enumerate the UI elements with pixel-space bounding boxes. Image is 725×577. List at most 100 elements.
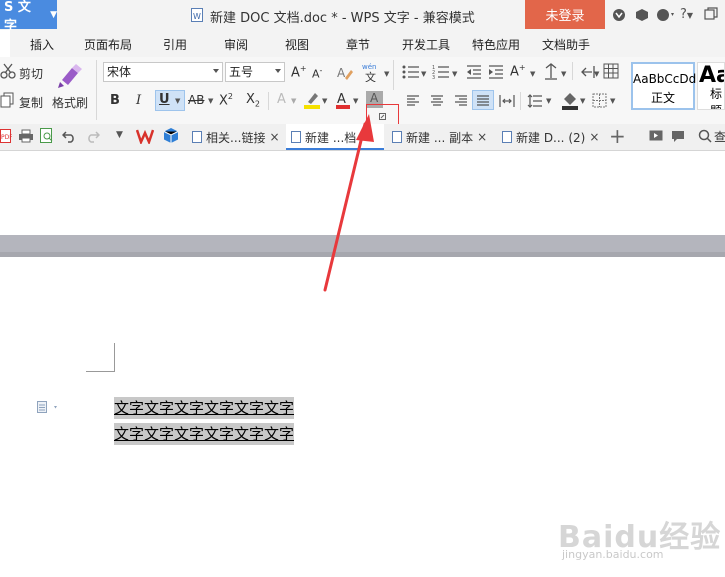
dialog-launcher-icon[interactable] xyxy=(379,113,387,121)
annotation-arrow xyxy=(323,114,374,292)
chevron-down-icon[interactable]: ▼ xyxy=(291,97,296,105)
font-color-icon[interactable]: A xyxy=(335,90,351,110)
search-icon[interactable] xyxy=(698,129,712,143)
chevron-down-icon[interactable]: ▼ xyxy=(208,97,213,105)
font-size-combo[interactable]: 五号 xyxy=(225,62,285,82)
close-icon[interactable]: × xyxy=(477,130,487,144)
menu-section[interactable]: 章节 xyxy=(346,36,370,53)
menu-review[interactable]: 审阅 xyxy=(224,36,248,53)
style-heading[interactable]: Aa 标题 xyxy=(697,62,725,110)
character-shading-label: A xyxy=(370,91,379,105)
document-line[interactable]: 文字文字文字文字文字文字 xyxy=(114,423,295,445)
menu-page-layout[interactable]: 页面布局 xyxy=(84,36,132,53)
close-icon[interactable]: × xyxy=(269,130,279,144)
format-painter-button[interactable]: 格式刷 xyxy=(52,94,88,111)
window-restore-icon[interactable] xyxy=(704,7,718,21)
pdf-export-icon[interactable]: PDF xyxy=(0,129,12,143)
margin-corner-mark xyxy=(86,343,115,372)
grow-font-icon[interactable]: A+ xyxy=(291,64,307,80)
window-title: 新建 DOC 文档.doc * - WPS 文字 - 兼容模式 xyxy=(210,11,475,26)
cloud-cube-icon[interactable] xyxy=(163,127,179,144)
chevron-down-icon[interactable]: ▼ xyxy=(594,70,599,78)
login-button[interactable]: 未登录 xyxy=(525,0,605,29)
align-center-icon[interactable] xyxy=(430,94,444,108)
group-divider xyxy=(96,60,97,120)
cut-button[interactable]: 剪切 xyxy=(19,65,43,82)
line-spacing-icon[interactable] xyxy=(527,94,543,108)
strikethrough-icon[interactable]: AB xyxy=(188,93,204,107)
chevron-down-icon[interactable]: ▼ xyxy=(175,97,180,105)
style-normal-label: 正文 xyxy=(650,91,675,105)
app-menu-button[interactable]: S 文字 ▼ xyxy=(0,0,57,34)
italic-icon[interactable]: I xyxy=(136,93,141,108)
share-icon[interactable] xyxy=(656,8,676,22)
highlight-icon[interactable] xyxy=(303,90,321,110)
chevron-down-icon[interactable]: ▼ xyxy=(610,97,615,105)
subscript-icon[interactable]: X2 xyxy=(246,92,260,109)
font-name-value: 宋体 xyxy=(107,65,132,79)
menu-special-features[interactable]: 特色应用 xyxy=(472,36,520,53)
format-painter-icon[interactable] xyxy=(56,62,84,88)
cube-icon[interactable] xyxy=(635,8,649,22)
chevron-down-icon[interactable]: ▼ xyxy=(384,70,389,78)
scissors-icon[interactable] xyxy=(0,63,16,79)
bullet-list-icon[interactable] xyxy=(402,64,420,80)
doc-tab[interactable]: 新建 ... 副本 × xyxy=(392,124,487,150)
align-left-icon[interactable] xyxy=(406,94,420,108)
chevron-down-icon[interactable]: ▼ xyxy=(353,97,358,105)
menu-developer-tools[interactable]: 开发工具 xyxy=(402,36,450,53)
copy-icon[interactable] xyxy=(0,92,16,108)
menu-view[interactable]: 视图 xyxy=(285,36,309,53)
chevron-down-icon[interactable]: ▼ xyxy=(421,70,426,78)
style-normal[interactable]: AaBbCcDd 正文 xyxy=(631,62,696,110)
chevron-down-icon[interactable]: ▼ xyxy=(580,97,585,105)
wps-logo-icon[interactable] xyxy=(136,128,154,144)
menu-document-assistant[interactable]: 文档助手 xyxy=(542,36,590,53)
text-effect-icon[interactable]: A xyxy=(277,92,286,107)
menu-references[interactable]: 引用 xyxy=(163,36,187,53)
skin-icon[interactable] xyxy=(612,8,626,22)
chinese-layout-icon[interactable] xyxy=(543,63,559,81)
clear-format-icon[interactable]: A xyxy=(337,64,353,80)
decrease-indent-icon[interactable] xyxy=(466,64,482,80)
print-preview-icon[interactable] xyxy=(40,128,54,144)
numbered-list-icon[interactable]: 123 xyxy=(432,64,450,80)
comment-icon[interactable] xyxy=(671,130,685,143)
chevron-down-icon[interactable]: ▼ xyxy=(452,70,457,78)
document-line[interactable]: 文字文字文字文字文字文字 xyxy=(114,397,295,419)
superscript-icon[interactable]: X2 xyxy=(219,92,233,108)
bold-icon[interactable]: B xyxy=(110,93,120,108)
doc-tab[interactable]: 相关...链接 × xyxy=(192,124,280,150)
new-tab-icon[interactable]: + xyxy=(609,125,626,147)
help-icon[interactable]: ?▼ xyxy=(680,7,693,22)
align-right-icon[interactable] xyxy=(454,94,468,108)
shrink-font-icon[interactable]: A- xyxy=(312,66,322,81)
chevron-down-icon[interactable]: ▼ xyxy=(116,130,123,140)
font-name-combo[interactable]: 宋体 xyxy=(103,62,223,82)
change-case-icon[interactable]: A+ xyxy=(510,63,526,79)
print-icon[interactable] xyxy=(18,129,34,143)
play-icon[interactable] xyxy=(649,130,663,142)
increase-indent-icon[interactable] xyxy=(488,64,504,80)
paragraph-shading-icon[interactable] xyxy=(561,91,579,110)
group-divider xyxy=(268,92,269,110)
search-label[interactable]: 查 xyxy=(714,128,725,145)
svg-text:W: W xyxy=(193,12,201,21)
copy-button[interactable]: 复制 xyxy=(19,94,43,111)
chevron-down-icon[interactable]: ▼ xyxy=(322,97,327,105)
phonetic-guide-icon[interactable]: wén文 xyxy=(362,62,384,82)
borders-icon[interactable] xyxy=(592,93,607,108)
doc-tab[interactable]: 新建 D... (2) × xyxy=(502,124,599,150)
close-icon[interactable]: × xyxy=(589,130,599,144)
undo-icon[interactable] xyxy=(62,129,76,143)
menu-insert[interactable]: 插入 xyxy=(30,36,54,53)
chevron-down-icon[interactable]: ▼ xyxy=(561,70,566,78)
redo-icon[interactable] xyxy=(86,129,100,143)
chevron-down-icon[interactable]: ▼ xyxy=(530,70,535,78)
document-icon: W xyxy=(191,8,203,22)
document-icon xyxy=(502,131,512,143)
chevron-down-icon[interactable]: ▼ xyxy=(546,97,551,105)
distributed-align-icon[interactable] xyxy=(499,94,515,108)
table-icon[interactable] xyxy=(603,63,619,79)
paragraph-menu-icon[interactable] xyxy=(37,401,61,414)
